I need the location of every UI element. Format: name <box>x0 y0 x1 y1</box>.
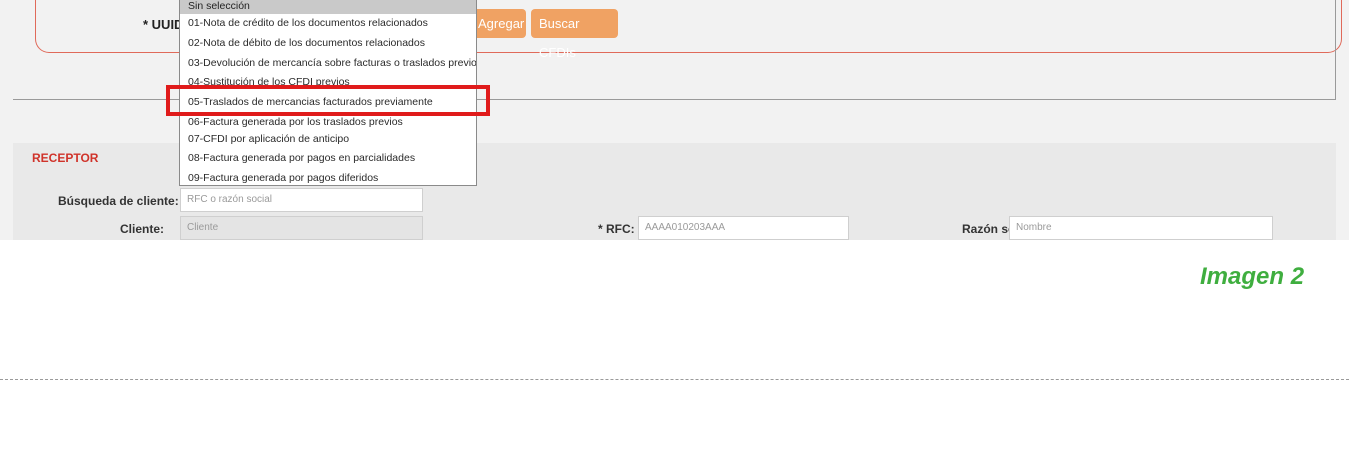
image-caption: Imagen 2 <box>1200 263 1305 290</box>
dropdown-option[interactable]: 06-Factura generada por los traslados pr… <box>180 115 476 130</box>
form-screenshot: * UUID Agregar Buscar CFDIs RECEPTOR Bús… <box>0 0 1349 240</box>
cliente-label: Cliente: <box>120 222 164 236</box>
dropdown-option[interactable]: 08-Factura generada por pagos en parcial… <box>180 151 476 166</box>
cliente-label-text: Cliente: <box>120 222 165 236</box>
section-divider-vertical <box>1335 0 1336 100</box>
dropdown-option[interactable]: 01-Nota de crédito de los documentos rel… <box>180 16 476 31</box>
rfc-label: * RFC: <box>598 222 635 236</box>
busqueda-cliente-label: Búsqueda de cliente: <box>58 194 179 208</box>
busqueda-cliente-label-text: Búsqueda de cliente: <box>58 194 179 208</box>
uuid-label: * UUID <box>143 17 184 32</box>
receptor-title: RECEPTOR <box>32 151 99 165</box>
cliente-input: Cliente <box>180 216 423 240</box>
agregar-button[interactable]: Agregar <box>470 9 526 38</box>
buscar-cfdis-button[interactable]: Buscar CFDIs <box>531 9 618 60</box>
dropdown-option[interactable]: 07-CFDI por aplicación de anticipo <box>180 132 476 147</box>
dropdown-option[interactable]: 02-Nota de débito de los documentos rela… <box>180 36 476 51</box>
dashed-separator <box>0 379 1349 380</box>
highlight-annotation-box <box>166 85 490 116</box>
rfc-input[interactable]: AAAA010203AAA <box>638 216 849 240</box>
rfc-label-text: * RFC: <box>598 222 635 236</box>
busqueda-cliente-input[interactable]: RFC o razón social <box>180 188 423 212</box>
dropdown-option[interactable]: Sin selección <box>180 0 476 14</box>
dropdown-option[interactable]: 09-Factura generada por pagos diferidos <box>180 171 476 186</box>
razon-social-input[interactable]: Nombre <box>1009 216 1273 240</box>
dropdown-option[interactable]: 03-Devolución de mercancía sobre factura… <box>180 56 476 71</box>
